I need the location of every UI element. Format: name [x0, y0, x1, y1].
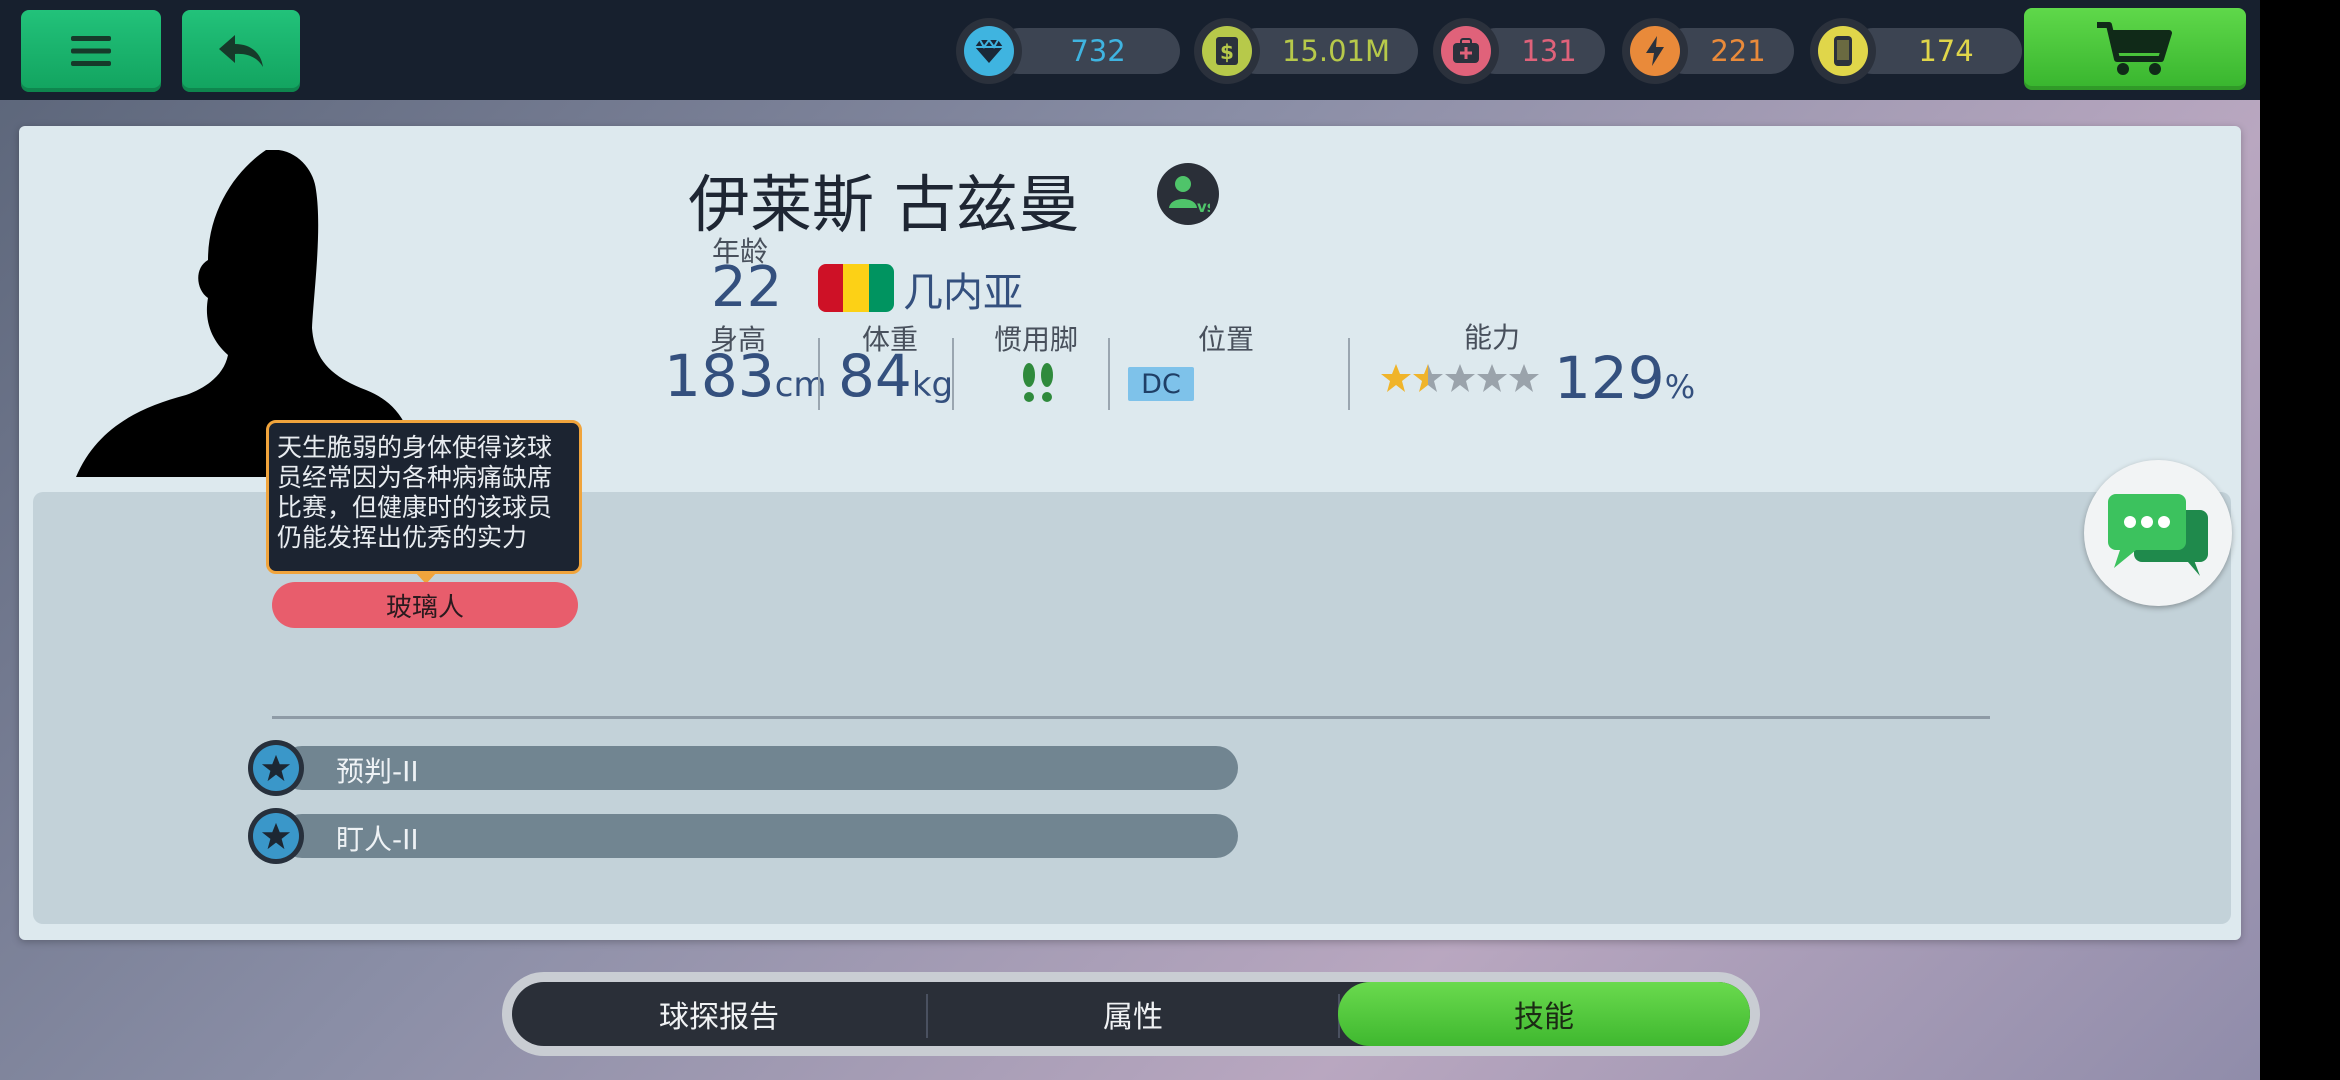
divider — [1108, 338, 1110, 410]
star-half-icon — [1413, 364, 1443, 392]
back-button[interactable] — [182, 10, 300, 92]
skill-row[interactable]: 盯人-II — [280, 814, 1238, 858]
skill-row[interactable]: 预判-II — [280, 746, 1238, 790]
height-value: 183 — [664, 342, 775, 410]
shop-button[interactable] — [2024, 8, 2246, 90]
tab-scout-report[interactable]: 球探报告 — [512, 982, 926, 1046]
foot-label: 惯用脚 — [994, 323, 1079, 356]
star-icon — [1381, 364, 1411, 392]
divider — [818, 338, 820, 410]
skill-star-icon — [248, 740, 304, 796]
lightning-icon — [1630, 26, 1680, 76]
age-value: 22 — [711, 255, 783, 320]
back-arrow-icon — [219, 35, 263, 67]
chat-button[interactable] — [2084, 460, 2232, 606]
divider — [952, 338, 954, 410]
medical-count: 131 — [1521, 34, 1577, 68]
ability-label: 能力 — [1464, 321, 1521, 354]
shopping-cart-icon — [2097, 22, 2172, 75]
skill-label: 盯人-II — [336, 823, 419, 856]
country-name: 几内亚 — [903, 270, 1023, 316]
energy-count: 221 — [1710, 34, 1766, 68]
skill-star-icon — [248, 808, 304, 864]
tab-skills[interactable]: 技能 — [1338, 982, 1750, 1046]
star-empty-icon — [1477, 364, 1507, 392]
ability-unit: % — [1664, 368, 1696, 406]
section-divider — [272, 716, 1990, 719]
star-empty-icon — [1445, 364, 1475, 392]
ability-stat: 129% — [1554, 344, 1695, 412]
star-rating — [1381, 364, 1539, 392]
trait-tooltip: 天生脆弱的身体使得该球员经常因为各种病痛缺席比赛，但健康时的该球员仍能发挥出优秀… — [266, 420, 582, 584]
dollar-icon: $ — [1202, 26, 1252, 76]
footprints-icon — [1023, 363, 1053, 402]
hamburger-icon — [71, 36, 111, 66]
ability-value: 129 — [1554, 344, 1665, 412]
cash-amount: 15.01M — [1281, 34, 1391, 68]
chat-bubble-icon — [2108, 494, 2208, 576]
menu-button[interactable] — [21, 10, 161, 92]
weight-unit: kg — [911, 365, 954, 405]
medkit-icon — [1441, 26, 1491, 76]
skill-label: 预判-II — [336, 755, 419, 788]
svg-text:vs: vs — [1197, 198, 1210, 216]
compare-vs-button[interactable]: vs — [1157, 163, 1219, 225]
divider — [1348, 338, 1350, 410]
position-badge: DC — [1128, 367, 1194, 401]
star-empty-icon — [1509, 364, 1539, 392]
cards-count: 174 — [1918, 34, 1974, 68]
trait-badge-glass-man[interactable]: 玻璃人 — [272, 582, 578, 628]
phone-icon — [1818, 26, 1868, 76]
diamond-count: 732 — [1070, 34, 1126, 68]
position-label: 位置 — [1198, 323, 1255, 356]
weight-stat: 84kg — [838, 342, 953, 410]
height-stat: 183cm — [664, 342, 827, 410]
vs-compare-icon: vs — [1169, 176, 1210, 216]
diamond-icon — [964, 26, 1014, 76]
guinea-flag-icon — [818, 264, 894, 312]
weight-value: 84 — [838, 342, 912, 410]
svg-text:$: $ — [1220, 40, 1234, 64]
tab-attributes[interactable]: 属性 — [928, 982, 1338, 1046]
screen-edge — [2260, 0, 2340, 1080]
